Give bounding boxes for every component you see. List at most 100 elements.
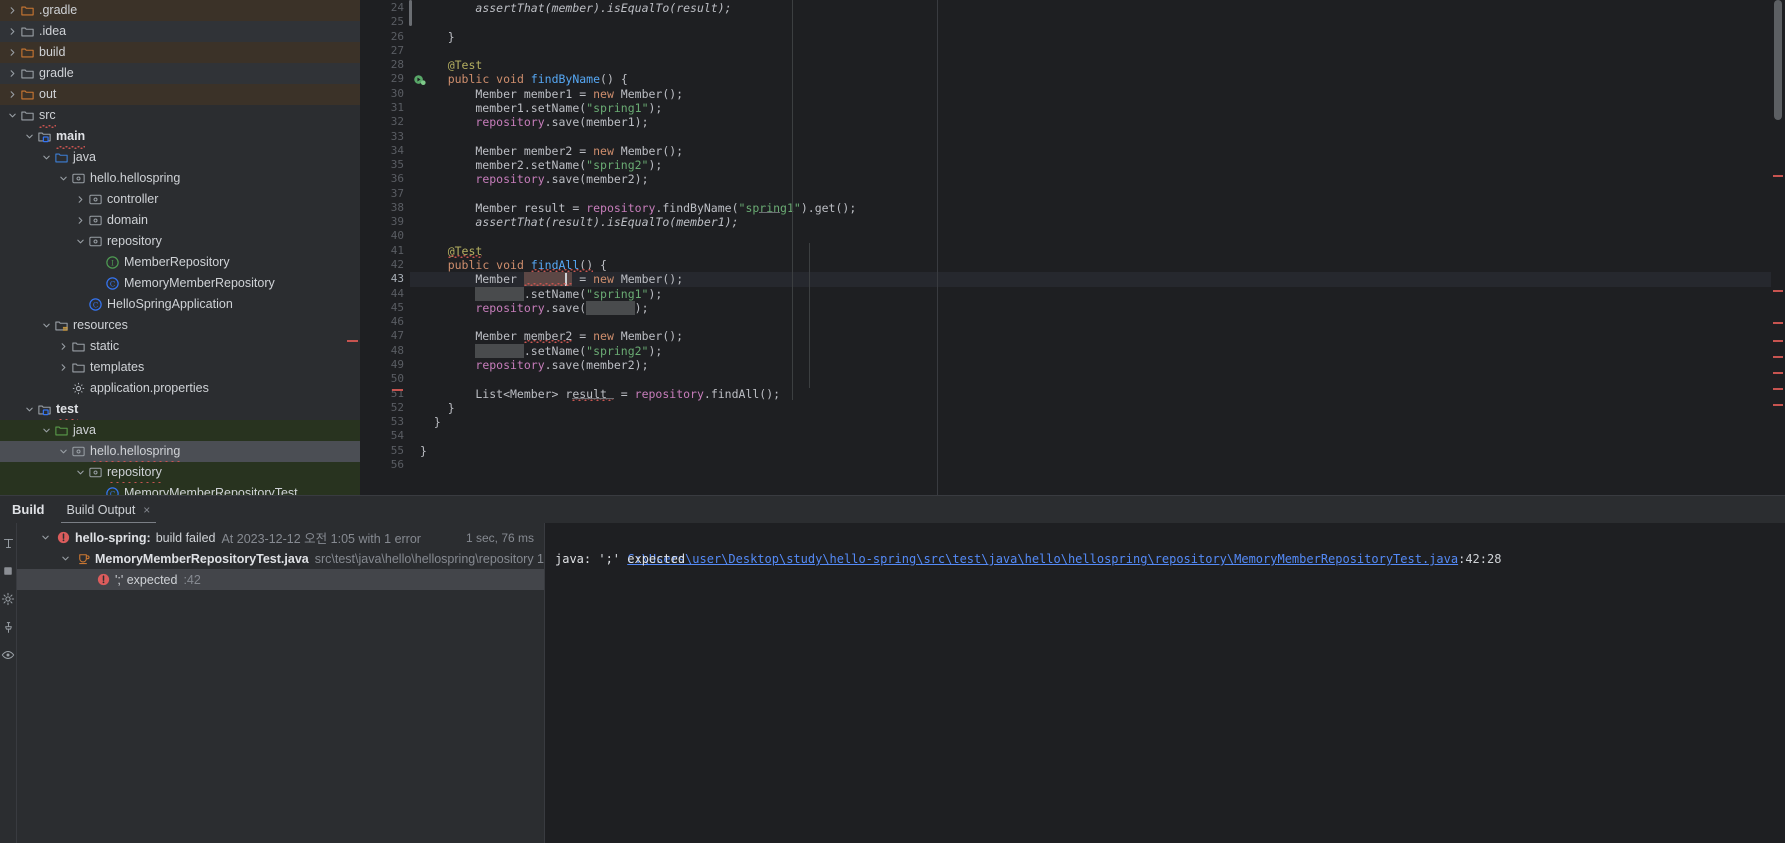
code-line[interactable]: member1.setName("spring1"); <box>420 287 1785 301</box>
tree-item-hello-hellospring[interactable]: hello.hellospring <box>0 168 360 189</box>
code-line[interactable]: assertThat(result).isEqualTo(member1); <box>420 215 1785 229</box>
build-console[interactable]: C:\Users\user\Desktop\study\hello-spring… <box>545 523 1785 843</box>
tree-item-src[interactable]: src <box>0 105 360 128</box>
tree-item-templates[interactable]: templates <box>0 357 360 378</box>
error-marker[interactable] <box>1773 372 1783 374</box>
build-side-toolbar[interactable] <box>0 523 17 843</box>
chevron-down-icon[interactable] <box>41 533 55 542</box>
filter-icon[interactable] <box>0 535 16 551</box>
chevron-right-icon[interactable] <box>6 0 19 21</box>
code-line[interactable]: member1.setName("spring1"); <box>420 101 1785 115</box>
code-line[interactable]: member2.setName("spring2"); <box>420 158 1785 172</box>
build-tree-row[interactable]: hello-spring: build failed At 2023-12-12 오… <box>17 527 544 548</box>
tree-item-java[interactable]: java <box>0 420 360 441</box>
tree-item--idea[interactable]: .idea <box>0 21 360 42</box>
code-area[interactable]: assertThat(member).isEqualTo(result); } … <box>360 0 1785 495</box>
tree-item-memberrepository[interactable]: I MemberRepository <box>0 252 360 273</box>
chevron-down-icon[interactable] <box>57 441 70 462</box>
chevron-right-icon[interactable] <box>6 84 19 105</box>
tree-item-static[interactable]: static <box>0 336 360 357</box>
code-editor[interactable]: 24 25 26 27 28 29 30 31 32 33 34 35 36 37 38 39 40 41 42 43… <box>360 0 1785 495</box>
tree-item-hellospringapplication[interactable]: C HelloSpringApplication <box>0 294 360 315</box>
code-line[interactable]: repository.save(member2); <box>420 172 1785 186</box>
code-line[interactable]: repository.save(member1); <box>420 115 1785 129</box>
chevron-down-icon[interactable] <box>40 420 53 441</box>
tree-item-repository[interactable]: repository <box>0 462 360 485</box>
tree-item-domain[interactable]: domain <box>0 210 360 231</box>
code-line[interactable]: List<Member> result = repository.findAll… <box>420 387 1785 401</box>
chevron-down-icon[interactable] <box>57 168 70 189</box>
error-marker[interactable] <box>1773 322 1783 324</box>
code-line[interactable] <box>420 372 1785 386</box>
code-line[interactable]: Member member2 = new Member(); <box>420 329 1785 343</box>
code-line[interactable] <box>420 458 1785 472</box>
error-marker[interactable] <box>1773 404 1783 406</box>
code-line[interactable]: Member member1 = new Member(); <box>420 272 1785 286</box>
code-line[interactable] <box>420 44 1785 58</box>
code-line[interactable]: repository.save(member1); <box>420 301 1785 315</box>
tree-item-repository[interactable]: repository <box>0 231 360 252</box>
error-marker[interactable] <box>1773 388 1783 390</box>
error-marker[interactable] <box>1773 356 1783 358</box>
code-line[interactable] <box>420 187 1785 201</box>
code-line[interactable]: @Test <box>420 58 1785 72</box>
code-line[interactable]: Member result = repository.findByName("s… <box>420 201 1785 215</box>
tree-item-memorymemberrepositorytest[interactable]: C MemoryMemberRepositoryTest <box>0 483 360 495</box>
code-line[interactable]: repository.save(member2); <box>420 358 1785 372</box>
tree-item-gradle[interactable]: gradle <box>0 63 360 84</box>
code-line[interactable]: member1.setName("spring2"); <box>420 344 1785 358</box>
code-line[interactable]: } <box>420 401 1785 415</box>
code-line[interactable] <box>420 130 1785 144</box>
error-marker[interactable] <box>1773 290 1783 292</box>
error-marker[interactable] <box>1773 340 1783 342</box>
code-line[interactable]: Member member2 = new Member(); <box>420 144 1785 158</box>
eye-icon[interactable] <box>0 647 16 663</box>
chevron-right-icon[interactable] <box>74 210 87 231</box>
tree-item-main[interactable]: main <box>0 126 360 149</box>
chevron-right-icon[interactable] <box>57 357 70 378</box>
chevron-down-icon[interactable] <box>74 462 87 483</box>
chevron-right-icon[interactable] <box>6 42 19 63</box>
tree-item-test[interactable]: test <box>0 399 360 422</box>
chevron-right-icon[interactable] <box>6 63 19 84</box>
chevron-down-icon[interactable] <box>40 315 53 336</box>
code-line[interactable]: public void findAll() { <box>420 258 1785 272</box>
tree-item-controller[interactable]: controller <box>0 189 360 210</box>
tree-item--gradle[interactable]: .gradle <box>0 0 360 21</box>
tree-item-application-properties[interactable]: application.properties <box>0 378 360 399</box>
code-line[interactable]: @Test <box>420 244 1785 258</box>
code-line[interactable]: Member member1 = new Member(); <box>420 87 1785 101</box>
build-tree-row[interactable]: ';' expected:42 <box>17 569 544 590</box>
tree-item-resources[interactable]: resources <box>0 315 360 336</box>
close-icon[interactable]: × <box>143 503 150 517</box>
error-marker[interactable] <box>1773 175 1783 177</box>
chevron-down-icon[interactable] <box>61 554 75 563</box>
code-line[interactable]: public void findByName() { <box>420 72 1785 86</box>
chevron-right-icon[interactable] <box>57 336 70 357</box>
tab-build-output[interactable]: Build Output × <box>57 496 161 524</box>
chevron-down-icon[interactable] <box>23 126 36 147</box>
tree-item-out[interactable]: out <box>0 84 360 105</box>
error-marker-bar[interactable] <box>1771 0 1785 495</box>
tree-item-build[interactable]: build <box>0 42 360 63</box>
code-line[interactable]: } <box>420 30 1785 44</box>
editor-vertical-scrollbar-thumb[interactable] <box>1774 0 1782 120</box>
settings-icon[interactable] <box>0 591 16 607</box>
code-line[interactable] <box>420 229 1785 243</box>
pin-icon[interactable] <box>0 619 16 635</box>
tree-item-hello-hellospring[interactable]: hello.hellospring <box>0 441 360 464</box>
code-line[interactable]: } <box>420 415 1785 429</box>
code-line[interactable]: } <box>420 444 1785 458</box>
code-line[interactable] <box>420 315 1785 329</box>
build-tree-row[interactable]: MemoryMemberRepositoryTest.java src\test\… <box>17 548 544 569</box>
chevron-down-icon[interactable] <box>23 399 36 420</box>
code-line[interactable] <box>420 15 1785 29</box>
chevron-right-icon[interactable] <box>74 189 87 210</box>
tree-item-memorymemberrepository[interactable]: C MemoryMemberRepository <box>0 273 360 294</box>
code-line[interactable]: assertThat(member).isEqualTo(result); <box>420 1 1785 15</box>
chevron-right-icon[interactable] <box>6 21 19 42</box>
chevron-down-icon[interactable] <box>6 105 19 126</box>
chevron-down-icon[interactable] <box>74 231 87 252</box>
tree-item-java[interactable]: java <box>0 147 360 168</box>
project-tool-window[interactable]: .gradle .idea build gradle out src main java hel… <box>0 0 360 495</box>
